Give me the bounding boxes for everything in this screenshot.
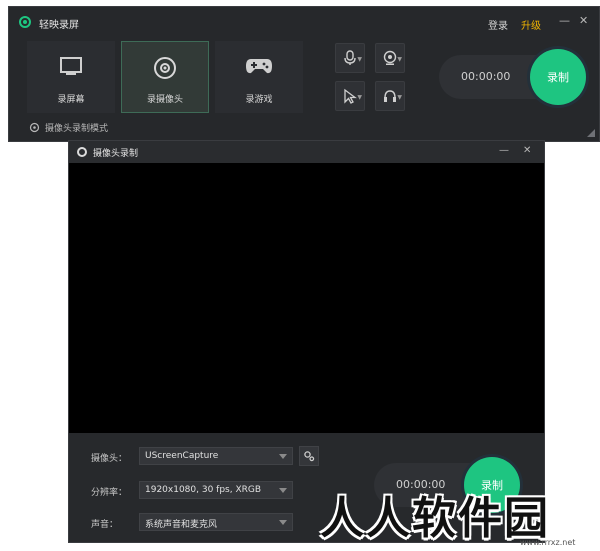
camera-toggle-button[interactable]: ▼ <box>375 43 405 73</box>
chevron-down-icon: ▼ <box>397 94 402 101</box>
gear-icon <box>304 451 315 462</box>
resize-grip-icon[interactable] <box>587 129 595 137</box>
chevron-down-icon <box>279 454 287 459</box>
record-label: 录制 <box>547 71 569 84</box>
gamepad-icon <box>246 59 272 74</box>
mode-hint: 摄像头录制模式 <box>29 121 108 134</box>
microphone-toggle-button[interactable]: ▼ <box>335 43 365 73</box>
speaker-icon <box>384 90 396 102</box>
app-title: 轻映录屏 <box>39 20 79 31</box>
chevron-down-icon: ▼ <box>357 94 362 101</box>
camera-title-bar: 摄像头录制 — ✕ <box>69 141 544 163</box>
mode-record-game-button[interactable]: 录游戏 <box>215 41 303 113</box>
camera-settings-button[interactable] <box>299 446 319 466</box>
chevron-down-icon <box>279 520 287 525</box>
camera-preview <box>69 163 544 433</box>
resolution-label: 分辨率： <box>91 488 128 498</box>
record-button[interactable]: 录制 <box>530 49 586 105</box>
timer-text: 00:00:00 <box>461 70 511 83</box>
resolution-value: 1920x1080, 30 fps, XRGB <box>145 485 262 495</box>
app-logo-icon <box>19 16 31 28</box>
audio-value: 系统声音和麦克风 <box>145 520 218 530</box>
camera-source-value: UScreenCapture <box>145 451 219 461</box>
mode-hint-text: 摄像头录制模式 <box>45 124 109 134</box>
recorder-main-window: 轻映录屏 登录 升级 — ✕ 录屏幕 录摄像头 录游戏 ▼ ▼ ▼ ▼ 00:0… <box>8 6 600 142</box>
login-link[interactable]: 登录 <box>488 17 508 32</box>
mode-label: 录游戏 <box>245 95 273 105</box>
microphone-icon <box>344 50 356 65</box>
camera-minimize-button[interactable]: — <box>499 145 509 156</box>
title-bar: 轻映录屏 登录 升级 — ✕ <box>9 7 599 35</box>
upgrade-link[interactable]: 升级 <box>521 17 541 32</box>
resolution-select[interactable]: 1920x1080, 30 fps, XRGB <box>139 481 293 499</box>
audio-label: 声音： <box>91 520 119 530</box>
webcam-icon <box>154 57 176 79</box>
mode-record-screen-button[interactable]: 录屏幕 <box>27 41 115 113</box>
chevron-down-icon: ▼ <box>357 56 362 63</box>
chevron-down-icon <box>279 488 287 493</box>
target-icon <box>29 122 40 133</box>
minimize-button[interactable]: — <box>559 15 570 26</box>
camera-icon <box>383 50 397 65</box>
cursor-toggle-button[interactable]: ▼ <box>335 81 365 111</box>
camera-source-select[interactable]: UScreenCapture <box>139 447 293 465</box>
audio-select[interactable]: 系统声音和麦克风 <box>139 513 293 531</box>
mode-record-webcam-button[interactable]: 录摄像头 <box>121 41 209 113</box>
chevron-down-icon: ▼ <box>397 56 402 63</box>
monitor-icon <box>60 57 82 75</box>
camera-window-logo-icon <box>77 147 87 157</box>
camera-window-title: 摄像头录制 <box>93 149 139 159</box>
cursor-icon <box>344 88 357 104</box>
system-audio-toggle-button[interactable]: ▼ <box>375 81 405 111</box>
mode-label: 录摄像头 <box>146 95 183 105</box>
camera-source-label: 摄像头： <box>91 454 128 464</box>
camera-close-button[interactable]: ✕ <box>523 145 531 156</box>
close-button[interactable]: ✕ <box>579 15 588 26</box>
watermark-text: 人人软件园 <box>320 493 550 544</box>
watermark-sub-text: www.rrrxz.net <box>520 538 576 547</box>
mode-label: 录屏幕 <box>57 95 85 105</box>
